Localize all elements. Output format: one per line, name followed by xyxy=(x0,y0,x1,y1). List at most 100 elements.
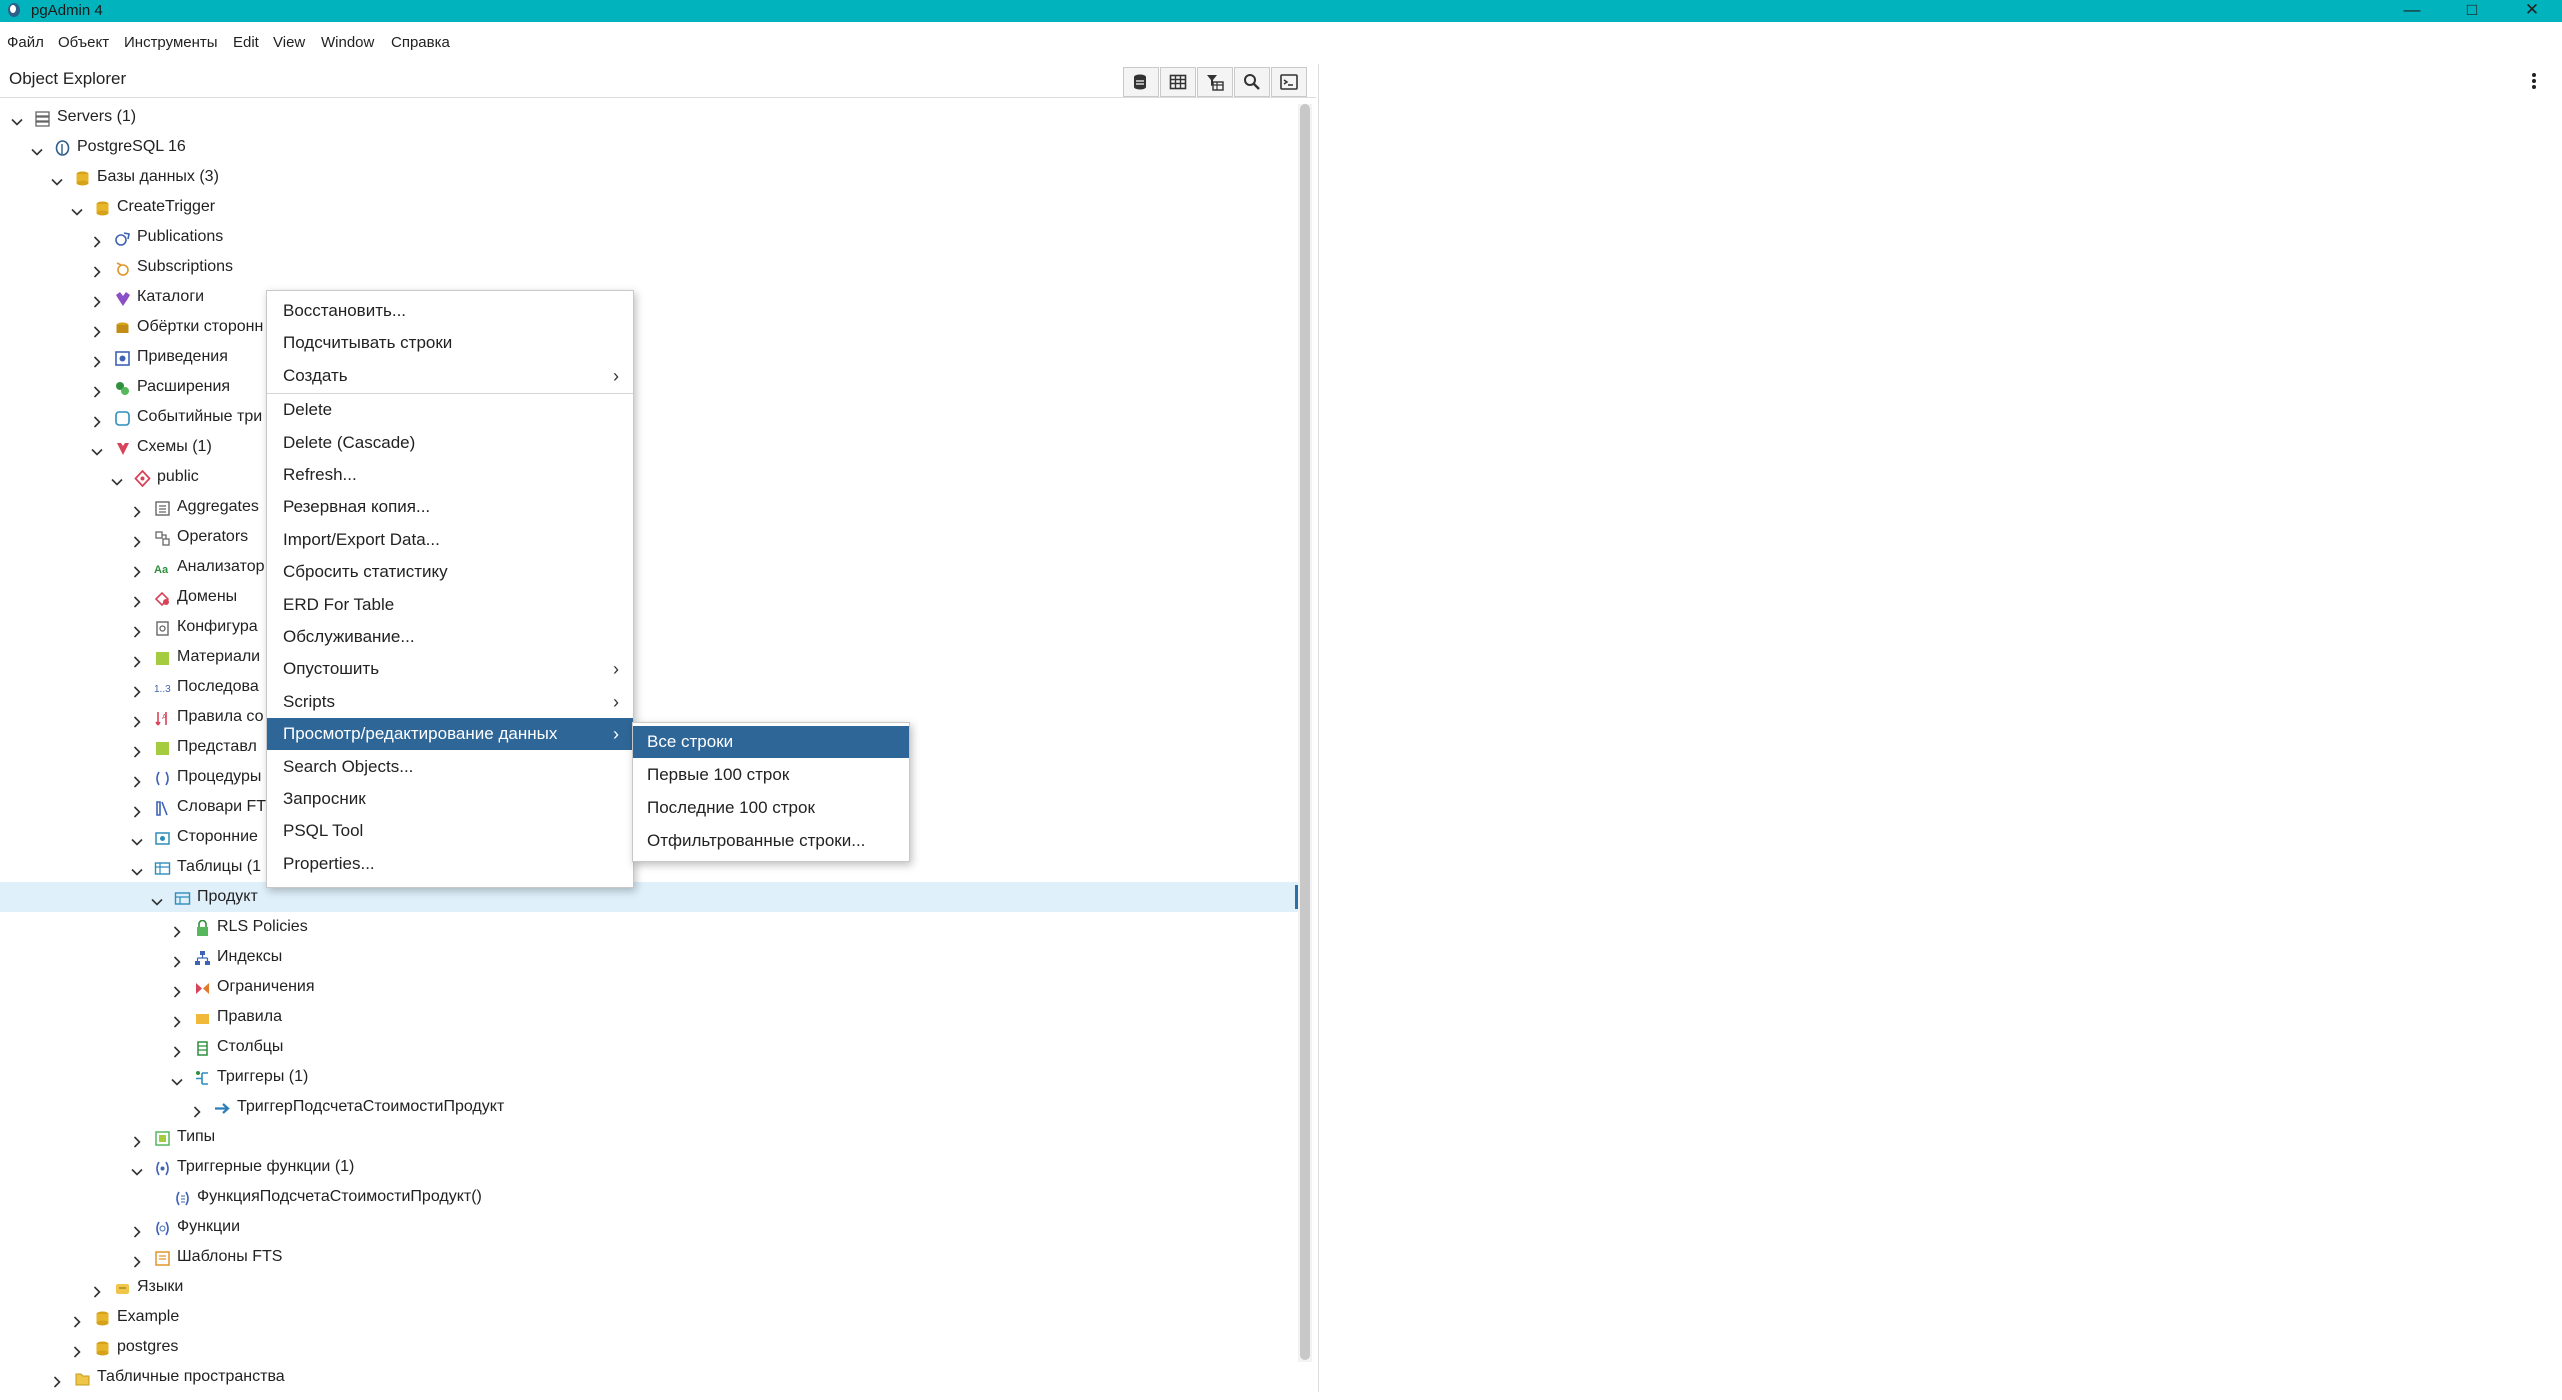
chevron-right-icon[interactable] xyxy=(130,1130,144,1148)
menu-window[interactable]: Window xyxy=(321,34,374,51)
context-menu-item[interactable]: Scripts › xyxy=(267,686,633,718)
menu-object[interactable]: Объект xyxy=(58,34,109,51)
tree-node[interactable]: Столбцы xyxy=(0,1032,1298,1062)
tree-node[interactable]: postgres xyxy=(0,1332,1298,1362)
chevron-right-icon[interactable] xyxy=(90,380,104,398)
chevron-down-icon[interactable] xyxy=(90,440,104,456)
chevron-down-icon[interactable] xyxy=(150,890,164,906)
chevron-down-icon[interactable] xyxy=(10,110,24,126)
chevron-right-icon[interactable] xyxy=(130,740,144,758)
chevron-down-icon[interactable] xyxy=(130,830,144,846)
tree-node[interactable]: Конфигура xyxy=(0,612,1298,642)
chevron-right-icon[interactable] xyxy=(90,260,104,278)
menu-tools[interactable]: Инструменты xyxy=(124,34,218,51)
chevron-right-icon[interactable] xyxy=(130,800,144,818)
tree-node[interactable]: Servers (1) xyxy=(0,102,1298,132)
menu-edit[interactable]: Edit xyxy=(233,34,259,51)
tree-node[interactable]: Продукт xyxy=(0,882,1298,912)
tree-node[interactable]: ФункцияПодсчетаСтоимостиПродукт() xyxy=(0,1182,1298,1212)
context-menu-item[interactable]: Резервная копия... xyxy=(267,491,633,523)
tree-node[interactable]: Индексы xyxy=(0,942,1298,972)
menu-view[interactable]: View xyxy=(273,34,305,51)
context-menu-item[interactable]: Import/Export Data... xyxy=(267,524,633,556)
tree-node[interactable]: CreateTrigger xyxy=(0,192,1298,222)
chevron-right-icon[interactable] xyxy=(170,950,184,968)
query-tool-button[interactable] xyxy=(1123,67,1159,97)
minimize-button[interactable]: — xyxy=(2390,0,2434,22)
chevron-right-icon[interactable] xyxy=(130,530,144,548)
tree-node[interactable]: Материали xyxy=(0,642,1298,672)
tree-node[interactable]: 1..3 Последова xyxy=(0,672,1298,702)
tree-node[interactable]: Обёртки сторонн xyxy=(0,312,1298,342)
submenu-item[interactable]: Все строки xyxy=(633,726,909,758)
menu-help[interactable]: Справка xyxy=(391,34,450,51)
chevron-down-icon[interactable] xyxy=(130,860,144,876)
chevron-right-icon[interactable] xyxy=(90,410,104,428)
context-menu-item[interactable]: Запросник xyxy=(267,783,633,815)
chevron-right-icon[interactable] xyxy=(50,1370,64,1388)
context-menu-item[interactable]: Восстановить... xyxy=(267,295,633,327)
tree-node[interactable]: Aggregates xyxy=(0,492,1298,522)
more-options-icon[interactable] xyxy=(2531,71,2537,91)
chevron-right-icon[interactable] xyxy=(130,1220,144,1238)
chevron-right-icon[interactable] xyxy=(70,1310,84,1328)
chevron-right-icon[interactable] xyxy=(130,620,144,638)
tree-node[interactable]: Языки xyxy=(0,1272,1298,1302)
chevron-right-icon[interactable] xyxy=(90,1280,104,1298)
chevron-right-icon[interactable] xyxy=(190,1100,204,1118)
chevron-right-icon[interactable] xyxy=(170,1040,184,1058)
chevron-right-icon[interactable] xyxy=(130,770,144,788)
context-menu-item[interactable]: Delete xyxy=(267,394,633,426)
chevron-down-icon[interactable] xyxy=(130,1160,144,1176)
context-menu-item[interactable]: Обслуживание... xyxy=(267,621,633,653)
submenu-item[interactable]: Первые 100 строк xyxy=(633,759,909,791)
tree-node[interactable]: Домены xyxy=(0,582,1298,612)
scrollbar-thumb[interactable] xyxy=(1300,104,1310,1360)
tree-node[interactable]: Example xyxy=(0,1302,1298,1332)
chevron-right-icon[interactable] xyxy=(130,680,144,698)
submenu-item[interactable]: Отфильтрованные строки... xyxy=(633,825,909,857)
context-menu-item[interactable]: ERD For Table xyxy=(267,589,633,621)
tree-node[interactable]: Publications xyxy=(0,222,1298,252)
tree-node[interactable]: Расширения xyxy=(0,372,1298,402)
tree-node[interactable]: Operators xyxy=(0,522,1298,552)
tree-node[interactable]: ТриггерПодсчетаСтоимостиПродукт xyxy=(0,1092,1298,1122)
context-menu-item[interactable]: Опустошить › xyxy=(267,653,633,685)
chevron-right-icon[interactable] xyxy=(170,920,184,938)
tree-node[interactable]: Каталоги xyxy=(0,282,1298,312)
tree-node[interactable]: Ограничения xyxy=(0,972,1298,1002)
chevron-right-icon[interactable] xyxy=(90,290,104,308)
chevron-right-icon[interactable] xyxy=(130,560,144,578)
chevron-right-icon[interactable] xyxy=(70,1340,84,1358)
tree-node[interactable]: Схемы (1) xyxy=(0,432,1298,462)
context-menu-item[interactable]: Подсчитывать строки xyxy=(267,327,633,359)
menu-file[interactable]: Файл xyxy=(7,34,44,51)
tree-node[interactable]: Базы данных (3) xyxy=(0,162,1298,192)
filtered-rows-button[interactable] xyxy=(1197,67,1233,97)
chevron-right-icon[interactable] xyxy=(130,650,144,668)
context-menu-item[interactable]: Delete (Cascade) xyxy=(267,427,633,459)
psql-tool-button[interactable] xyxy=(1271,67,1307,97)
chevron-right-icon[interactable] xyxy=(130,590,144,608)
tree-node[interactable]: public xyxy=(0,462,1298,492)
chevron-down-icon[interactable] xyxy=(70,200,84,216)
tree-node[interactable]: Событийные три xyxy=(0,402,1298,432)
tree-node[interactable]: PostgreSQL 16 xyxy=(0,132,1298,162)
tree-node[interactable]: Табличные пространства xyxy=(0,1362,1298,1392)
tree-node[interactable]: Subscriptions xyxy=(0,252,1298,282)
context-menu-item[interactable]: Properties... xyxy=(267,848,633,880)
context-menu-item[interactable]: PSQL Tool xyxy=(267,815,633,847)
context-menu-item[interactable]: Search Objects... xyxy=(267,751,633,783)
chevron-right-icon[interactable] xyxy=(130,710,144,728)
tree-node[interactable]: RLS Policies xyxy=(0,912,1298,942)
chevron-right-icon[interactable] xyxy=(90,350,104,368)
chevron-right-icon[interactable] xyxy=(130,500,144,518)
submenu-item[interactable]: Последние 100 строк xyxy=(633,792,909,824)
context-menu-item[interactable]: Сбросить статистику xyxy=(267,556,633,588)
close-button[interactable]: ✕ xyxy=(2510,0,2554,22)
chevron-right-icon[interactable] xyxy=(90,320,104,338)
maximize-button[interactable]: □ xyxy=(2450,0,2494,22)
chevron-down-icon[interactable] xyxy=(50,170,64,186)
tree-scrollbar[interactable] xyxy=(1298,104,1312,1362)
tree-node[interactable]: Aa Анализатор xyxy=(0,552,1298,582)
